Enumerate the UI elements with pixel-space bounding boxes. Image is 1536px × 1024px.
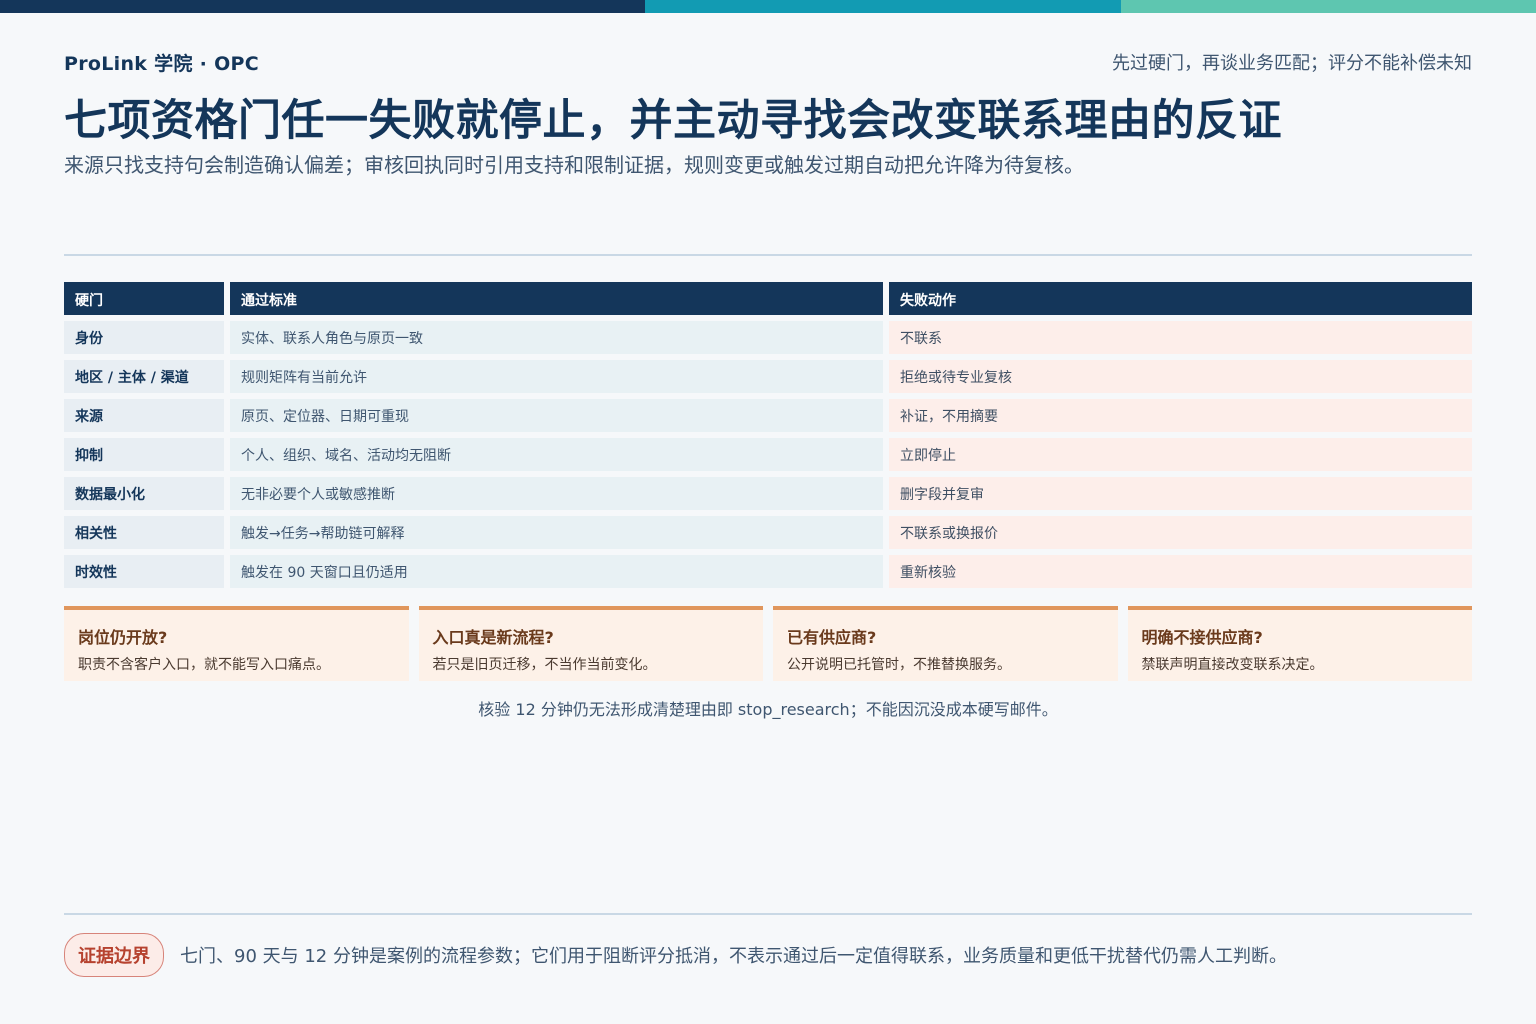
fail-action-cell: 不联系或换报价 <box>889 516 1472 549</box>
card-question: 岗位仍开放? <box>78 628 168 647</box>
column-header-criteria: 通过标准 <box>230 282 883 315</box>
stop-research-note: 核验 12 分钟仍无法形成清楚理由即 stop_research；不能因沉没成本… <box>478 700 1058 719</box>
table-header-row: 硬门 通过标准 失败动作 <box>64 282 1472 315</box>
fail-action-cell: 重新核验 <box>889 555 1472 588</box>
criteria-cell: 原页、定位器、日期可重现 <box>230 399 883 432</box>
footer-text: 七门、90 天与 12 分钟是案例的流程参数；它们用于阻断评分抵消，不表示通过后… <box>180 946 1287 967</box>
card-answer: 若只是旧页迁移，不当作当前变化。 <box>432 657 657 673</box>
fail-action-cell: 不联系 <box>889 321 1472 354</box>
top-bar-mint-segment <box>1121 0 1536 13</box>
question-card: 岗位仍开放? 职责不含客户入口，就不能写入口痛点。 <box>64 606 409 681</box>
criteria-cell: 实体、联系人角色与原页一致 <box>230 321 883 354</box>
page-subtitle: 来源只找支持句会制造确认偏差；审核回执同时引用支持和限制证据，规则变更或触发过期… <box>64 153 1084 177</box>
gate-cell: 地区 / 主体 / 渠道 <box>64 360 224 393</box>
question-card: 入口真是新流程? 若只是旧页迁移，不当作当前变化。 <box>418 606 763 681</box>
card-answer: 公开说明已托管时，不推替换服务。 <box>787 657 1011 673</box>
header-tagline: 先过硬门，再谈业务匹配；评分不能补偿未知 <box>1112 53 1472 74</box>
card-answer: 禁联声明直接改变联系决定。 <box>1141 657 1324 673</box>
table-row: 身份 实体、联系人角色与原页一致 不联系 <box>64 321 1472 354</box>
fail-action-cell: 补证，不用摘要 <box>889 399 1472 432</box>
page-title: 七项资格门任一失败就停止，并主动寻找会改变联系理由的反证 <box>64 96 1282 146</box>
top-bar-navy-segment <box>0 0 645 13</box>
gate-cell: 抑制 <box>64 438 224 471</box>
divider-bottom <box>64 913 1472 915</box>
brand-label: ProLink 学院 · OPC <box>64 53 260 75</box>
gate-cell: 时效性 <box>64 555 224 588</box>
divider-top <box>64 254 1472 256</box>
top-bar-teal-segment <box>645 0 1121 13</box>
card-question: 明确不接供应商? <box>1141 628 1263 647</box>
gate-cell: 身份 <box>64 321 224 354</box>
fail-action-cell: 拒绝或待专业复核 <box>889 360 1472 393</box>
evidence-boundary-badge: 证据边界 <box>64 933 164 977</box>
table-row: 来源 原页、定位器、日期可重现 补证，不用摘要 <box>64 399 1472 432</box>
table-row: 地区 / 主体 / 渠道 规则矩阵有当前允许 拒绝或待专业复核 <box>64 360 1472 393</box>
criteria-cell: 触发在 90 天窗口且仍适用 <box>230 555 883 588</box>
gate-table: 硬门 通过标准 失败动作 身份 实体、联系人角色与原页一致 不联系 地区 / 主… <box>64 282 1472 594</box>
table-row: 时效性 触发在 90 天窗口且仍适用 重新核验 <box>64 555 1472 588</box>
criteria-cell: 触发→任务→帮助链可解释 <box>230 516 883 549</box>
card-answer: 职责不含客户入口，就不能写入口痛点。 <box>78 657 330 673</box>
question-card: 明确不接供应商? 禁联声明直接改变联系决定。 <box>1127 606 1472 681</box>
table-row: 抑制 个人、组织、域名、活动均无阻断 立即停止 <box>64 438 1472 471</box>
fail-action-cell: 删字段并复审 <box>889 477 1472 510</box>
fail-action-cell: 立即停止 <box>889 438 1472 471</box>
gate-cell: 来源 <box>64 399 224 432</box>
gate-cell: 相关性 <box>64 516 224 549</box>
footer: 证据边界 七门、90 天与 12 分钟是案例的流程参数；它们用于阻断评分抵消，不… <box>64 933 1287 977</box>
criteria-cell: 个人、组织、域名、活动均无阻断 <box>230 438 883 471</box>
card-question: 入口真是新流程? <box>432 628 554 647</box>
gate-cell: 数据最小化 <box>64 477 224 510</box>
column-header-gate: 硬门 <box>64 282 224 315</box>
table-row: 数据最小化 无非必要个人或敏感推断 删字段并复审 <box>64 477 1472 510</box>
table-row: 相关性 触发→任务→帮助链可解释 不联系或换报价 <box>64 516 1472 549</box>
top-color-bar <box>0 0 1536 13</box>
counter-evidence-cards: 岗位仍开放? 职责不含客户入口，就不能写入口痛点。 入口真是新流程? 若只是旧页… <box>64 606 1472 681</box>
criteria-cell: 规则矩阵有当前允许 <box>230 360 883 393</box>
column-header-fail-action: 失败动作 <box>889 282 1472 315</box>
card-question: 已有供应商? <box>787 628 877 647</box>
criteria-cell: 无非必要个人或敏感推断 <box>230 477 883 510</box>
question-card: 已有供应商? 公开说明已托管时，不推替换服务。 <box>773 606 1118 681</box>
